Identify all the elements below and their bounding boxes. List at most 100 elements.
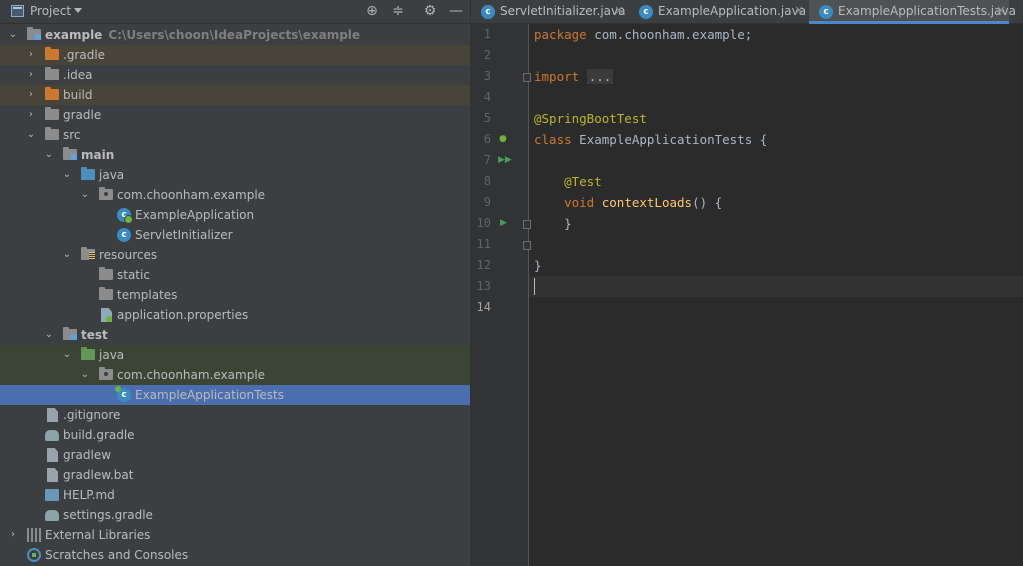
tree-item-label: main	[81, 148, 115, 162]
chevron-right-icon[interactable]: ›	[26, 88, 36, 102]
line-number-current: 14	[476, 300, 491, 314]
tree-item-main[interactable]: ⌄ main	[0, 145, 470, 165]
tree-item-label: ExampleApplicationTests	[135, 388, 284, 402]
code-editor[interactable]: package com.choonham.example; import ...…	[529, 24, 1023, 566]
tree-item-label: ServletInitializer	[135, 228, 233, 242]
tree-item-test-package[interactable]: ⌄ com.choonham.example	[0, 365, 470, 385]
tree-item-main-package[interactable]: ⌄ com.choonham.example	[0, 185, 470, 205]
tree-item-example-application[interactable]: c ExampleApplication	[0, 205, 470, 225]
tree-item-settings-gradle[interactable]: settings.gradle	[0, 505, 470, 525]
annotation: @Test	[564, 174, 602, 189]
tree-item-label: templates	[117, 288, 178, 302]
code-text: () {	[692, 195, 723, 210]
tree-item-label: Scratches and Consoles	[45, 548, 189, 562]
tree-item-gradlew[interactable]: gradlew	[0, 445, 470, 465]
keyword: import	[534, 69, 580, 84]
tree-item-gitignore[interactable]: .gitignore	[0, 405, 470, 425]
current-line-highlight	[529, 276, 1023, 297]
tab-example-application-tests[interactable]: c ExampleApplicationTests.java ×	[809, 0, 1016, 24]
line-number: 6	[483, 132, 491, 146]
tree-item-example-application-tests[interactable]: c ExampleApplicationTests	[0, 385, 470, 405]
locate-icon[interactable]: ⊕	[363, 2, 381, 20]
tab-example-application[interactable]: c ExampleApplication.java ×	[629, 0, 809, 24]
gitignore-file-icon	[47, 408, 58, 422]
tree-item-label: .idea	[63, 68, 93, 82]
tree-item-build-gradle[interactable]: build.gradle	[0, 425, 470, 445]
project-header: Project ⊕ ≑ ⚙ —	[0, 0, 470, 24]
tree-item-main-java[interactable]: ⌄ java	[0, 165, 470, 185]
chevron-down-icon[interactable]: ⌄	[62, 248, 72, 262]
chevron-down-icon[interactable]: ⌄	[80, 188, 90, 202]
minimize-icon[interactable]: —	[447, 2, 465, 20]
keyword: package	[534, 27, 587, 42]
tree-item-gradle-cache[interactable]: › .gradle	[0, 45, 470, 65]
chevron-down-icon[interactable]: ⌄	[26, 128, 36, 142]
tree-item-templates[interactable]: templates	[0, 285, 470, 305]
chevron-down-icon[interactable]: ⌄	[8, 28, 18, 42]
close-icon[interactable]: ×	[996, 3, 1006, 17]
code-line-9: @Test	[534, 171, 602, 192]
run-all-tests-icon[interactable]: ▶▶	[498, 150, 512, 171]
tree-item-build[interactable]: › build	[0, 85, 470, 105]
chevron-right-icon[interactable]: ›	[26, 108, 36, 122]
tree-item-label: settings.gradle	[63, 508, 153, 522]
project-tool-window: Project ⊕ ≑ ⚙ — ⌄ example C:\Users\choon\…	[0, 0, 470, 566]
tree-item-gradlew-bat[interactable]: gradlew.bat	[0, 465, 470, 485]
code-text: ExampleApplicationTests {	[571, 132, 768, 147]
source-folder-icon	[81, 167, 95, 180]
chevron-down-icon[interactable]: ⌄	[62, 168, 72, 182]
chevron-down-icon[interactable]: ⌄	[44, 148, 54, 162]
folder-icon	[45, 67, 59, 80]
folder-excluded-icon	[45, 87, 59, 100]
close-icon[interactable]: ×	[794, 3, 804, 17]
run-test-icon[interactable]: ▶	[500, 213, 507, 234]
tree-item-application-properties[interactable]: application.properties	[0, 305, 470, 325]
tree-item-label: com.choonham.example	[117, 368, 266, 382]
line-number: 4	[483, 90, 491, 104]
chevron-down-icon[interactable]: ⌄	[62, 348, 72, 362]
tree-item-idea[interactable]: › .idea	[0, 65, 470, 85]
tab-servlet-initializer[interactable]: c ServletInitializer.java ×	[471, 0, 629, 24]
test-class-icon: c	[819, 5, 833, 19]
spring-bean-icon[interactable]: ●	[499, 129, 507, 150]
tree-item-example[interactable]: ⌄ example C:\Users\choon\IdeaProjects\exa…	[0, 25, 470, 45]
code-line-10: void contextLoads() {	[534, 192, 722, 213]
chevron-right-icon[interactable]: ›	[8, 528, 18, 542]
tree-item-label: resources	[99, 248, 158, 262]
chevron-down-icon[interactable]: ⌄	[80, 368, 90, 382]
chevron-right-icon[interactable]: ›	[26, 48, 36, 62]
code-line-6: @SpringBootTest	[534, 108, 647, 129]
line-number: 7	[483, 153, 491, 167]
tree-item-gradle[interactable]: › gradle	[0, 105, 470, 125]
tree-item-label: test	[81, 328, 108, 342]
project-icon	[11, 5, 24, 17]
editor-gutter[interactable]: 1 2 3 4 5 6 7 8 9 10 11 12 13 14 ● ▶▶ ▶	[471, 24, 531, 566]
test-source-folder-icon	[81, 347, 95, 360]
spring-class-icon: c	[639, 5, 653, 19]
line-number: 10	[476, 216, 491, 230]
close-icon[interactable]: ×	[614, 3, 624, 17]
tree-item-label: gradle	[63, 108, 102, 122]
tree-item-external-libraries[interactable]: › External Libraries	[0, 525, 470, 545]
chevron-down-icon[interactable]	[74, 8, 82, 13]
tree-item-label: build.gradle	[63, 428, 135, 442]
tree-item-help-md[interactable]: HELP.md	[0, 485, 470, 505]
tree-item-test[interactable]: ⌄ test	[0, 325, 470, 345]
gear-icon[interactable]: ⚙	[421, 2, 439, 20]
tree-item-test-java[interactable]: ⌄ java	[0, 345, 470, 365]
tree-item-label: gradlew	[63, 448, 112, 462]
project-title[interactable]: Project	[30, 4, 71, 18]
collapse-all-icon[interactable]: ≑	[389, 2, 407, 20]
tree-item-scratches[interactable]: Scratches and Consoles	[0, 545, 470, 565]
tree-item-src[interactable]: ⌄ src	[0, 125, 470, 145]
tree-item-resources[interactable]: ⌄ resources	[0, 245, 470, 265]
chevron-down-icon[interactable]: ⌄	[44, 328, 54, 342]
folded-imports[interactable]: ...	[586, 69, 614, 84]
tree-item-servlet-initializer[interactable]: c ServletInitializer	[0, 225, 470, 245]
tree-item-static[interactable]: static	[0, 265, 470, 285]
tree-item-label: External Libraries	[45, 528, 151, 542]
tree-item-label: HELP.md	[63, 488, 115, 502]
chevron-right-icon[interactable]: ›	[26, 68, 36, 82]
folder-icon	[99, 287, 113, 300]
editor-area: c ServletInitializer.java × c ExampleApp…	[470, 0, 1023, 566]
